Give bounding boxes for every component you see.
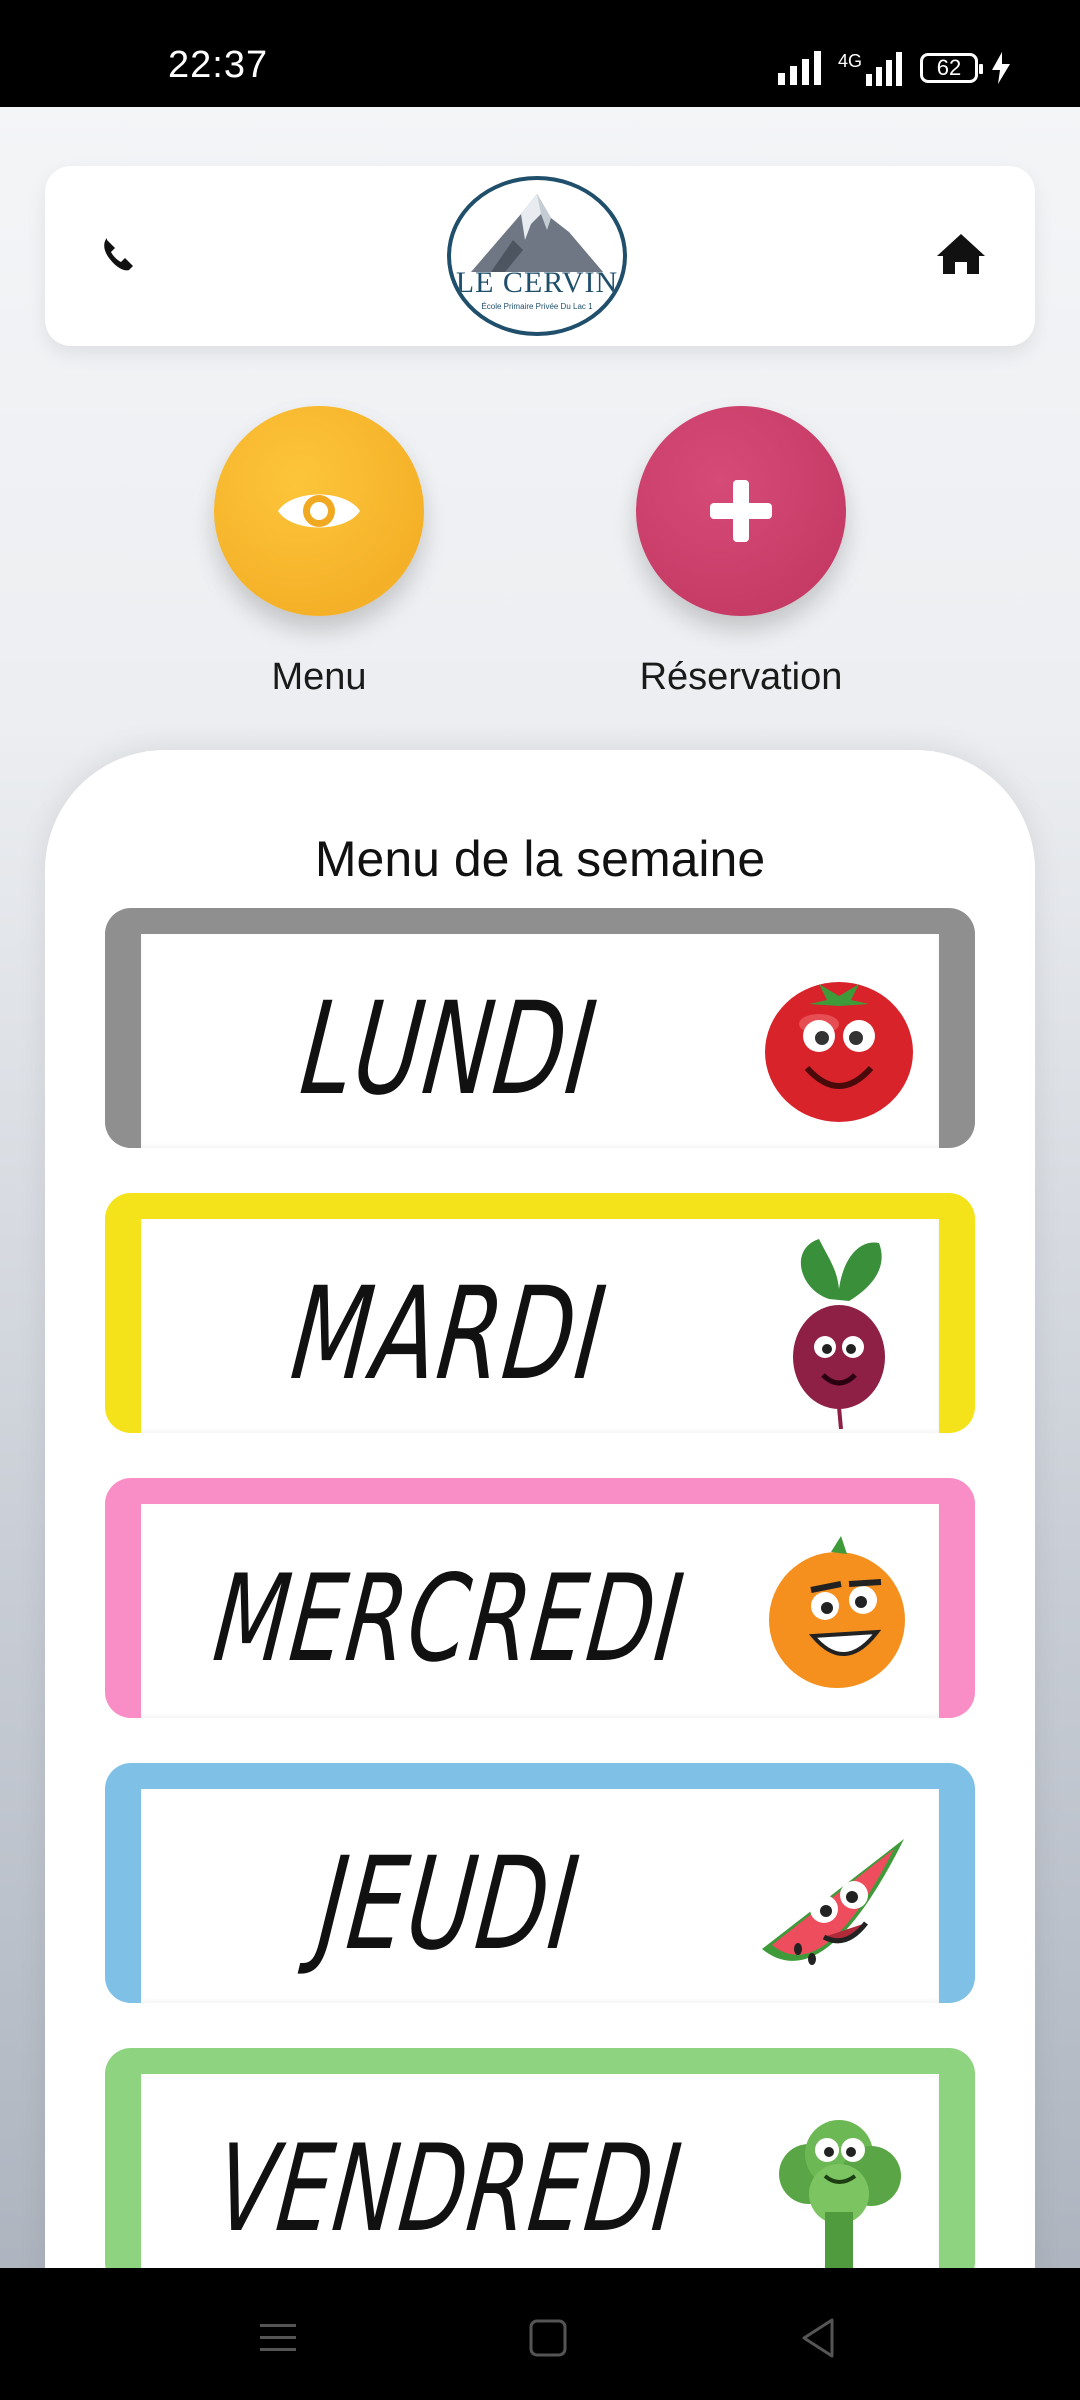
network-type: 4G: [837, 50, 862, 71]
day-label: VENDREDI: [210, 2119, 688, 2259]
eye-icon: [278, 494, 360, 528]
status-icons: 4G 62: [777, 46, 1010, 90]
day-card-lundi[interactable]: LUNDI: [105, 908, 975, 1148]
menu-button[interactable]: [214, 406, 424, 616]
menu-label: Menu: [271, 656, 367, 698]
school-logo: LE CERVIN École Primaire Privée Du Lac 1: [447, 176, 627, 336]
plus-icon: [710, 480, 772, 542]
status-bar: 22:37 4G 62: [0, 0, 1080, 107]
day-inner: JEUDI: [141, 1789, 939, 2003]
weekly-menu-panel: Menu de la semaine LUNDI MARDI MERCREDI …: [45, 750, 1035, 2290]
battery-indicator: 62: [920, 53, 983, 83]
day-label: MERCREDI: [208, 1549, 691, 1689]
phone-icon[interactable]: [89, 224, 149, 284]
day-inner: MERCREDI: [141, 1504, 939, 1718]
signal-icon-2: [866, 51, 902, 86]
day-label: JEUDI: [312, 1829, 587, 1979]
header-card: LE CERVIN École Primaire Privée Du Lac 1: [45, 166, 1035, 346]
beet-icon: [793, 1239, 885, 1429]
day-inner: MARDI: [141, 1219, 939, 1433]
status-time: 22:37: [168, 44, 269, 86]
network-indicator: 4G: [838, 51, 906, 86]
home-icon[interactable]: [931, 224, 991, 284]
back-nav-icon[interactable]: [788, 2308, 848, 2368]
day-inner: LUNDI: [141, 934, 939, 1148]
reservation-button[interactable]: [636, 406, 846, 616]
home-nav-icon[interactable]: [518, 2308, 578, 2368]
day-card-mercredi[interactable]: MERCREDI: [105, 1478, 975, 1718]
battery-level: 62: [936, 55, 962, 80]
signal-icon: [777, 51, 821, 85]
day-label: MARDI: [285, 1259, 613, 1409]
logo-name: LE CERVIN: [455, 266, 619, 299]
day-card-mardi[interactable]: MARDI: [105, 1193, 975, 1433]
mountain-icon: [471, 194, 603, 272]
charging-icon: [992, 52, 1010, 84]
day-card-jeudi[interactable]: JEUDI: [105, 1763, 975, 2003]
system-nav-bar: [0, 2268, 1080, 2400]
menu-nav-icon[interactable]: [248, 2308, 308, 2368]
broccoli-icon: [779, 2120, 901, 2284]
tomato-icon: [765, 982, 913, 1122]
panel-title: Menu de la semaine: [314, 831, 766, 887]
day-label: LUNDI: [294, 974, 604, 1124]
orange-icon: [769, 1536, 905, 1688]
logo-subtitle: École Primaire Privée Du Lac 1: [481, 302, 593, 311]
reservation-label: Réservation: [639, 656, 843, 698]
day-inner: VENDREDI: [141, 2074, 939, 2288]
day-card-vendredi[interactable]: VENDREDI: [105, 2048, 975, 2288]
watermelon-icon: [762, 1839, 904, 1965]
